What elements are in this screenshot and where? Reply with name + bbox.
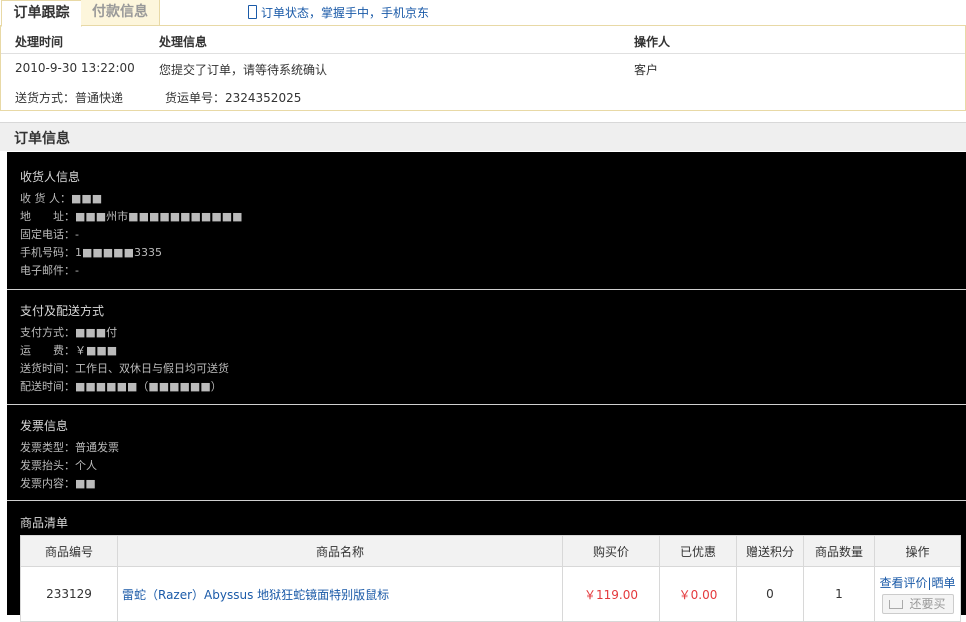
header-info: 处理信息: [159, 35, 208, 49]
product-price: ￥119.00: [562, 566, 660, 622]
product-discount: ￥0.00: [659, 566, 737, 622]
col-header: 操作: [874, 535, 961, 567]
goods-title: 商品清单: [20, 516, 69, 530]
col-header: 商品编号: [20, 535, 118, 567]
view-review-link[interactable]: 查看评价: [879, 576, 927, 590]
row-operator: 客户: [634, 63, 659, 77]
row-time: 2010-9-30 13:22:00: [15, 61, 135, 75]
payment-line: 支付方式：■■■付: [20, 326, 118, 339]
product-points: 0: [736, 566, 804, 622]
table-row: 233129 雷蛇（Razer）Abyssus 地狱狂蛇镜面特别版鼠标 ￥119…: [20, 566, 961, 622]
invoice-line: 发票类型：普通发票: [20, 441, 119, 454]
mobile-link[interactable]: 订单状态，掌握手中，手机京东: [248, 4, 429, 21]
header-operator: 操作人: [634, 35, 671, 49]
row-info: 您提交了订单，请等待系统确认: [159, 63, 328, 77]
goods-table-header: 商品编号 商品名称 购买价 已优惠 赠送积分 商品数量 操作: [20, 535, 961, 567]
order-info-header: 订单信息: [0, 122, 966, 151]
product-id: 233129: [20, 566, 118, 622]
col-header: 商品数量: [803, 535, 875, 567]
divider: [7, 500, 966, 501]
tab-bar: 订单跟踪 付款信息 订单状态，掌握手中，手机京东: [0, 0, 966, 27]
invoice-line: 发票抬头：个人: [20, 459, 97, 472]
actions-links: 查看评价|晒单: [879, 576, 955, 590]
col-header: 商品名称: [117, 535, 563, 567]
tab-order-tracking[interactable]: 订单跟踪: [1, 0, 82, 27]
payment-title: 支付及配送方式: [20, 304, 105, 318]
receiver-line: 收 货 人：■■■: [20, 192, 103, 205]
shipping-method: 送货方式：普通快递: [15, 91, 124, 105]
payment-line: 配送时间：■■■■■■（■■■■■■）: [20, 380, 222, 393]
receiver-line: 电子邮件：-: [20, 264, 79, 277]
payment-line: 送货时间：工作日、双休日与假日均可送货: [20, 362, 229, 375]
product-name-link[interactable]: 雷蛇（Razer）Abyssus 地狱狂蛇镜面特别版鼠标: [117, 566, 563, 622]
divider: [1, 53, 965, 54]
product-actions: 查看评价|晒单 还要买: [874, 566, 961, 622]
phone-icon: [248, 5, 257, 19]
col-header: 购买价: [562, 535, 660, 567]
cart-icon: [889, 600, 904, 609]
receiver-line: 固定电话：-: [20, 228, 79, 241]
product-quantity: 1: [803, 566, 875, 622]
payment-line: 运 费：￥■■■: [20, 344, 118, 357]
divider: [7, 289, 966, 290]
col-header: 赠送积分: [736, 535, 804, 567]
col-header: 已优惠: [659, 535, 737, 567]
mobile-link-text[interactable]: 订单状态，掌握手中，手机京东: [261, 6, 429, 20]
goods-table: 商品编号 商品名称 购买价 已优惠 赠送积分 商品数量 操作 233129 雷蛇…: [20, 535, 961, 622]
header-time: 处理时间: [15, 35, 64, 49]
receiver-line: 手机号码：1■■■■■3335: [20, 246, 162, 259]
buy-again-button[interactable]: 还要买: [881, 594, 954, 614]
buy-again-label: 还要买: [909, 597, 946, 611]
invoice-title: 发票信息: [20, 419, 69, 433]
receiver-title: 收货人信息: [20, 170, 81, 184]
share-link[interactable]: |晒单: [927, 576, 955, 590]
invoice-line: 发票内容：■■: [20, 477, 96, 490]
divider: [7, 404, 966, 405]
order-info-title: 订单信息: [14, 131, 70, 147]
tracking-panel: 处理时间 处理信息 操作人 2010-9-30 13:22:00 您提交了订单，…: [0, 26, 966, 111]
tracking-number: 货运单号：2324352025: [165, 91, 302, 105]
tab-payment-info[interactable]: 付款信息: [81, 0, 160, 25]
receiver-line: 地 址：■■■州市■■■■■■■■■■■: [20, 210, 243, 223]
